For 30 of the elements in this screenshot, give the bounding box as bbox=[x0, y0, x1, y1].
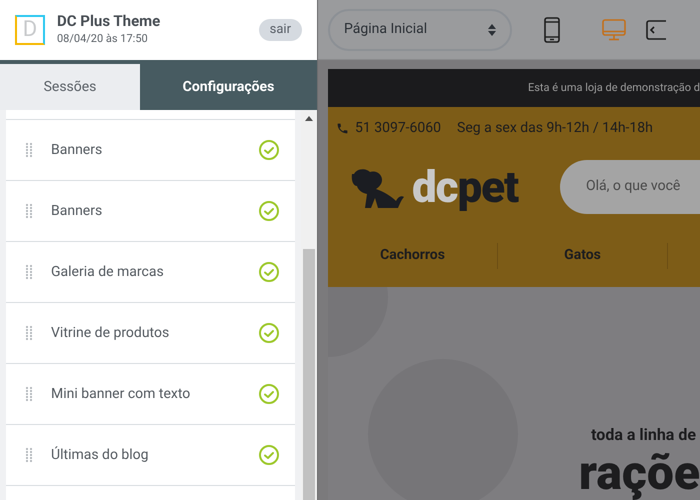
scroll-up-icon[interactable] bbox=[305, 116, 313, 121]
section-label: Últimas do blog bbox=[51, 445, 150, 464]
tab[interactable]: Sessões bbox=[0, 64, 140, 110]
drag-handle-icon[interactable] bbox=[25, 447, 33, 463]
drag-handle-icon[interactable] bbox=[25, 325, 33, 341]
logo-wordmark: dcpet bbox=[412, 160, 518, 212]
notice-text: Esta é uma loja de demonstração d bbox=[528, 80, 700, 96]
section-label: Vitrine de produtos bbox=[51, 324, 170, 342]
drag-handle-icon[interactable] bbox=[25, 142, 33, 158]
banner-title: raçõe bbox=[578, 447, 700, 500]
page-select[interactable]: Página Inicial bbox=[328, 8, 512, 50]
phone-device-icon bbox=[544, 16, 560, 42]
section-label: Banners bbox=[51, 140, 104, 160]
drag-handle-icon[interactable] bbox=[25, 264, 33, 280]
section-label: Galeria de marcas bbox=[51, 262, 165, 282]
sort-caret-icon bbox=[488, 24, 496, 36]
search-field[interactable]: Olá, o que você bbox=[560, 160, 700, 214]
hours-text: Seg a sex das 9h-12h / 14h-18h bbox=[457, 118, 653, 138]
section-label: Banners bbox=[51, 202, 104, 220]
phone-icon bbox=[336, 122, 349, 134]
banner-subtitle: toda a linha de bbox=[591, 424, 696, 446]
timestamp-text: 08/04/20 às 17:50 bbox=[57, 31, 149, 48]
section-label: Mini banner com texto bbox=[51, 384, 192, 404]
phone-text: 51 3097-6060 bbox=[355, 118, 442, 138]
drag-handle-icon[interactable] bbox=[25, 203, 33, 219]
drag-handle-icon[interactable] bbox=[25, 386, 33, 402]
monitor-icon bbox=[602, 18, 626, 40]
logout-button[interactable]: sair bbox=[258, 19, 302, 41]
code-window-icon bbox=[646, 18, 666, 40]
theme-title: DC Plus Theme bbox=[57, 12, 162, 32]
